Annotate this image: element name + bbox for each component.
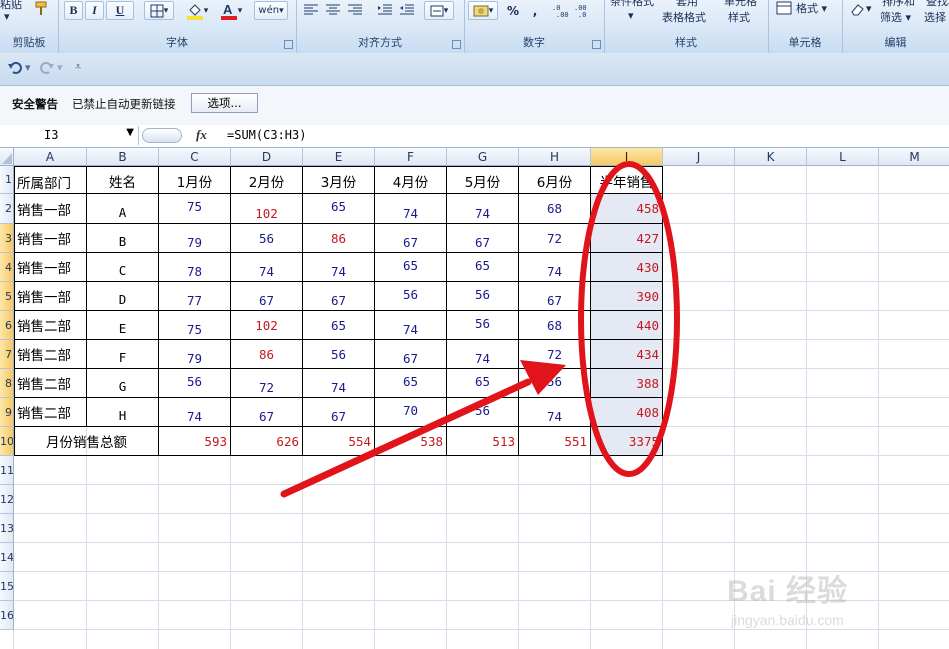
alignment-group: ▾ 对齐方式 xyxy=(296,0,465,53)
undo-icon[interactable] xyxy=(8,61,22,75)
quick-access-toolbar: ▾ ▾ ⩡ xyxy=(0,53,949,86)
decrease-indent-icon[interactable] xyxy=(377,3,393,17)
pointer-arrow-head xyxy=(520,360,566,395)
format-as-table-button[interactable]: 表格格式 xyxy=(662,9,706,25)
worksheet-grid[interactable]: ABCDEFGHIJKLM 1 2 3 4 5 6 7 8 9 10 11 12 13 14 15 16 所属… xyxy=(0,148,949,649)
formula-bar: I3 ▼ fx =SUM(C3:H3) xyxy=(0,125,949,148)
font-group-label: 字体 xyxy=(166,36,188,49)
font-color-icon: A xyxy=(220,2,237,20)
redo-dropdown-icon[interactable]: ▾ xyxy=(57,61,63,74)
decrease-decimal-icon[interactable]: .00.0 xyxy=(574,2,594,18)
ribbon: 粘贴 ▾ 剪贴板 B I U ▾ ▾ A ▾ wén ▾ 字体 ▾ 对齐方式 ▾… xyxy=(0,0,949,54)
format-cells-button[interactable]: 格式 ▾ xyxy=(796,0,827,16)
borders-icon xyxy=(150,4,164,17)
clear-eraser-icon[interactable] xyxy=(850,2,866,16)
svg-text:.00: .00 xyxy=(556,11,569,18)
find-select-top-label[interactable]: 查找和 xyxy=(926,0,949,9)
formula-input[interactable]: =SUM(C3:H3) xyxy=(227,128,306,142)
font-dialog-launcher[interactable] xyxy=(284,40,293,49)
cells-group: 格式 ▾ 单元格 xyxy=(768,0,843,53)
sort-filter-top-label[interactable]: 排序和 xyxy=(882,0,915,9)
increase-indent-icon[interactable] xyxy=(399,3,415,17)
redo-icon[interactable] xyxy=(40,61,54,75)
styles-group-label: 样式 xyxy=(675,36,697,49)
phonetic-button[interactable]: wén ▾ xyxy=(254,1,288,20)
borders-button[interactable]: ▾ xyxy=(144,1,174,20)
clipboard-group-label: 剪贴板 xyxy=(12,36,46,49)
chevron-down-icon: ▾ xyxy=(443,5,449,16)
align-center-icon[interactable] xyxy=(325,3,341,17)
bold-button[interactable]: B xyxy=(64,1,83,20)
formula-divider-handle[interactable] xyxy=(142,128,182,143)
security-options-button[interactable]: 选项... xyxy=(191,93,258,113)
cells-group-label: 单元格 xyxy=(788,36,822,49)
increase-decimal-icon[interactable]: .0.00 xyxy=(552,2,572,18)
fill-bucket-icon xyxy=(186,3,203,20)
font-color-button[interactable]: A ▾ xyxy=(216,1,246,20)
watermark-url: jingyan.baidu.com xyxy=(731,612,844,628)
name-box-value: I3 xyxy=(44,128,59,142)
number-dialog-launcher[interactable] xyxy=(592,40,601,49)
undo-dropdown-icon[interactable]: ▾ xyxy=(25,61,31,74)
clear-dropdown-icon[interactable]: ▾ xyxy=(866,2,872,15)
security-warning-message: 已禁止自动更新链接 xyxy=(72,97,176,111)
phonetic-icon: wén xyxy=(258,5,280,16)
percent-style-button[interactable]: % xyxy=(504,1,522,20)
font-group: B I U ▾ ▾ A ▾ wén ▾ 字体 xyxy=(58,0,297,53)
chevron-down-icon: ▾ xyxy=(163,5,169,16)
insert-function-button[interactable]: fx xyxy=(196,127,207,143)
alignment-group-label: 对齐方式 xyxy=(358,36,402,49)
number-group: ▾ % , .0.00 .00.0 数字 xyxy=(464,0,605,53)
format-painter-icon[interactable] xyxy=(33,1,51,17)
paste-dropdown-icon[interactable]: ▾ xyxy=(4,10,10,23)
highlight-ellipse xyxy=(578,161,680,477)
number-group-label: 数字 xyxy=(523,36,545,49)
svg-text:.0: .0 xyxy=(578,11,586,18)
conditional-format-dropdown-icon[interactable]: ▾ xyxy=(628,9,634,22)
watermark-brand: Bai 经验 xyxy=(727,575,849,608)
conditional-format-label[interactable]: 条件格式 xyxy=(610,0,654,9)
align-left-icon[interactable] xyxy=(303,3,319,17)
cell-styles-button[interactable]: 样式 xyxy=(728,9,750,25)
currency-icon xyxy=(473,5,489,16)
customize-toolbar-icon[interactable]: ⩡ xyxy=(75,60,81,74)
comma-style-button[interactable]: , xyxy=(528,1,542,20)
alignment-dialog-launcher[interactable] xyxy=(452,40,461,49)
italic-button[interactable]: I xyxy=(85,1,104,20)
name-box-dropdown-icon[interactable]: ▼ xyxy=(126,127,134,138)
find-select-button[interactable]: 选择 ▾ xyxy=(924,9,949,25)
align-right-icon[interactable] xyxy=(347,3,363,17)
merge-center-button[interactable]: ▾ xyxy=(424,1,454,20)
editing-group-label: 编辑 xyxy=(884,36,907,49)
chevron-down-icon: ▾ xyxy=(488,5,494,16)
accounting-format-button[interactable]: ▾ xyxy=(468,1,498,20)
merge-cells-icon xyxy=(430,5,444,16)
cell-styles-top-label[interactable]: 单元格 xyxy=(724,0,757,9)
clipboard-group: 粘贴 ▾ 剪贴板 xyxy=(0,0,59,53)
security-warning-bar: 安全警告 已禁止自动更新链接 选项... xyxy=(0,86,949,126)
pointer-arrow-shaft xyxy=(280,378,532,498)
watermark: Bai 经验 jingyan.baidu.com xyxy=(727,566,848,628)
editing-group: ▾ 排序和 筛选 ▾ 查找和 选择 ▾ 编辑 xyxy=(842,0,949,53)
name-box[interactable]: I3 ▼ xyxy=(0,126,139,145)
svg-text:A: A xyxy=(223,2,233,17)
fill-color-button[interactable]: ▾ xyxy=(182,1,212,20)
format-as-table-top-label[interactable]: 套用 xyxy=(676,0,698,9)
sort-filter-button[interactable]: 筛选 ▾ xyxy=(880,9,911,25)
underline-button[interactable]: U xyxy=(106,1,134,20)
security-warning-title: 安全警告 xyxy=(12,97,58,111)
styles-group: 条件格式 ▾ 套用 表格格式 单元格 样式 样式 xyxy=(604,0,769,53)
format-cells-icon[interactable] xyxy=(776,1,792,15)
chevron-down-icon: ▾ xyxy=(237,5,243,16)
chevron-down-icon: ▾ xyxy=(203,5,209,16)
